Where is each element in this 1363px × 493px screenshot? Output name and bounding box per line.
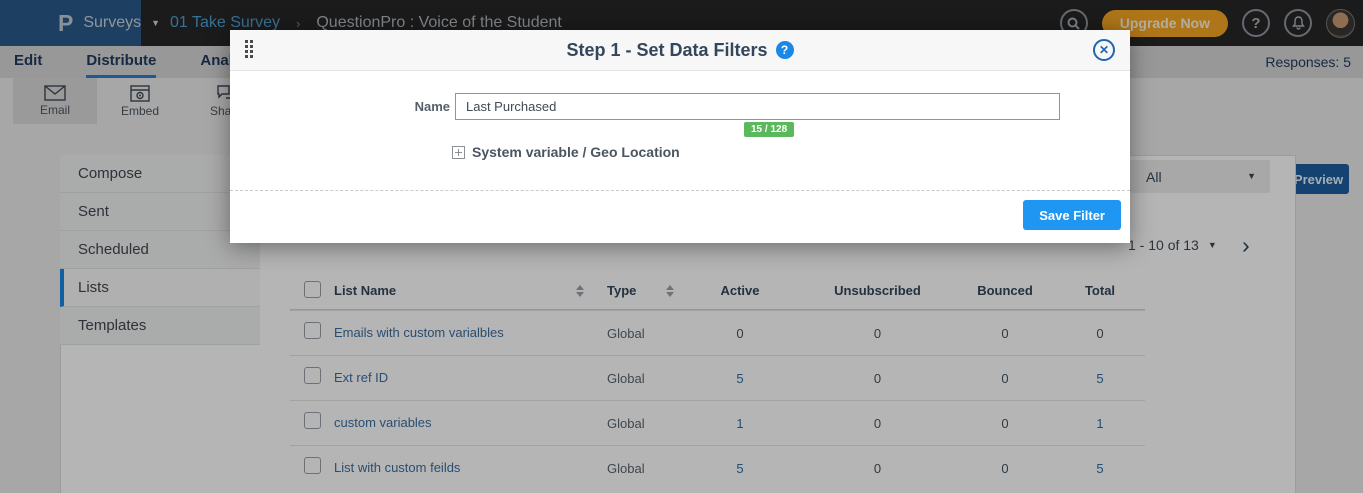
name-label: Name [370,99,450,114]
save-filter-button[interactable]: Save Filter [1023,200,1121,230]
filter-name-input[interactable] [455,93,1060,120]
expand-plus-icon [452,146,465,159]
set-data-filters-modal: Step 1 - Set Data Filters ? ✕ Name 15 / … [230,30,1130,243]
app-screen: P Surveys ▼ 01 Take Survey › QuestionPro… [0,0,1363,493]
system-variable-expander[interactable]: System variable / Geo Location [452,144,680,160]
close-icon[interactable]: ✕ [1093,39,1115,61]
drag-handle-icon[interactable] [245,40,253,58]
modal-footer: Save Filter [230,190,1130,243]
modal-title: Step 1 - Set Data Filters [566,40,767,61]
char-count-badge: 15 / 128 [744,122,794,137]
help-circle-icon[interactable]: ? [776,41,794,59]
modal-header: Step 1 - Set Data Filters ? ✕ [230,30,1130,71]
